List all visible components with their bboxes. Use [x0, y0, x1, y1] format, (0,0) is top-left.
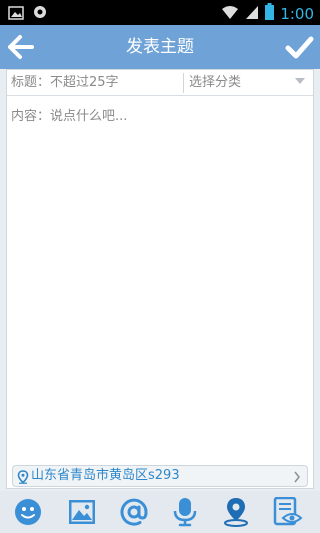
title-row: 标题：不超过25字 选择分类: [7, 70, 313, 96]
preview-button[interactable]: [271, 495, 305, 529]
page-title: 发表主题: [126, 37, 194, 57]
chevron-right-icon: [293, 469, 301, 488]
app-header: 发表主题: [0, 25, 320, 69]
location-pin-icon: [17, 469, 29, 488]
check-icon: [285, 36, 314, 59]
post-form: 标题：不超过25字 选择分类 内容：说点什么吧...: [6, 69, 314, 489]
status-bar: 1:00: [0, 0, 320, 25]
clock: 1:00: [280, 4, 314, 23]
chevron-down-icon[interactable]: [295, 78, 305, 84]
emoji-button[interactable]: [11, 495, 45, 529]
image-icon: [69, 500, 95, 524]
preview-icon: [273, 497, 303, 526]
bottom-toolbar: [0, 491, 320, 533]
image-button[interactable]: [65, 495, 99, 529]
at-icon: [120, 498, 148, 526]
submit-button[interactable]: [284, 31, 314, 63]
mention-button[interactable]: [117, 495, 151, 529]
signal-icon: [245, 4, 259, 24]
content-input[interactable]: 内容：说点什么吧...: [11, 108, 306, 448]
microphone-icon: [173, 498, 197, 527]
location-bar[interactable]: 山东省青岛市黄岛区s293: [12, 465, 308, 487]
battery-icon: [265, 3, 275, 24]
emoji-icon: [15, 499, 41, 525]
divider: [183, 73, 184, 93]
location-button[interactable]: [219, 495, 253, 529]
location-text: 山东省青岛市黄岛区s293: [31, 468, 180, 483]
location-icon: [224, 498, 248, 527]
voice-button[interactable]: [168, 495, 202, 529]
picture-icon: [8, 5, 24, 24]
wifi-icon: [221, 4, 239, 24]
category-select[interactable]: 选择分类: [189, 74, 289, 92]
title-input[interactable]: 标题：不超过25字: [11, 74, 181, 92]
sync-icon: [32, 4, 48, 24]
